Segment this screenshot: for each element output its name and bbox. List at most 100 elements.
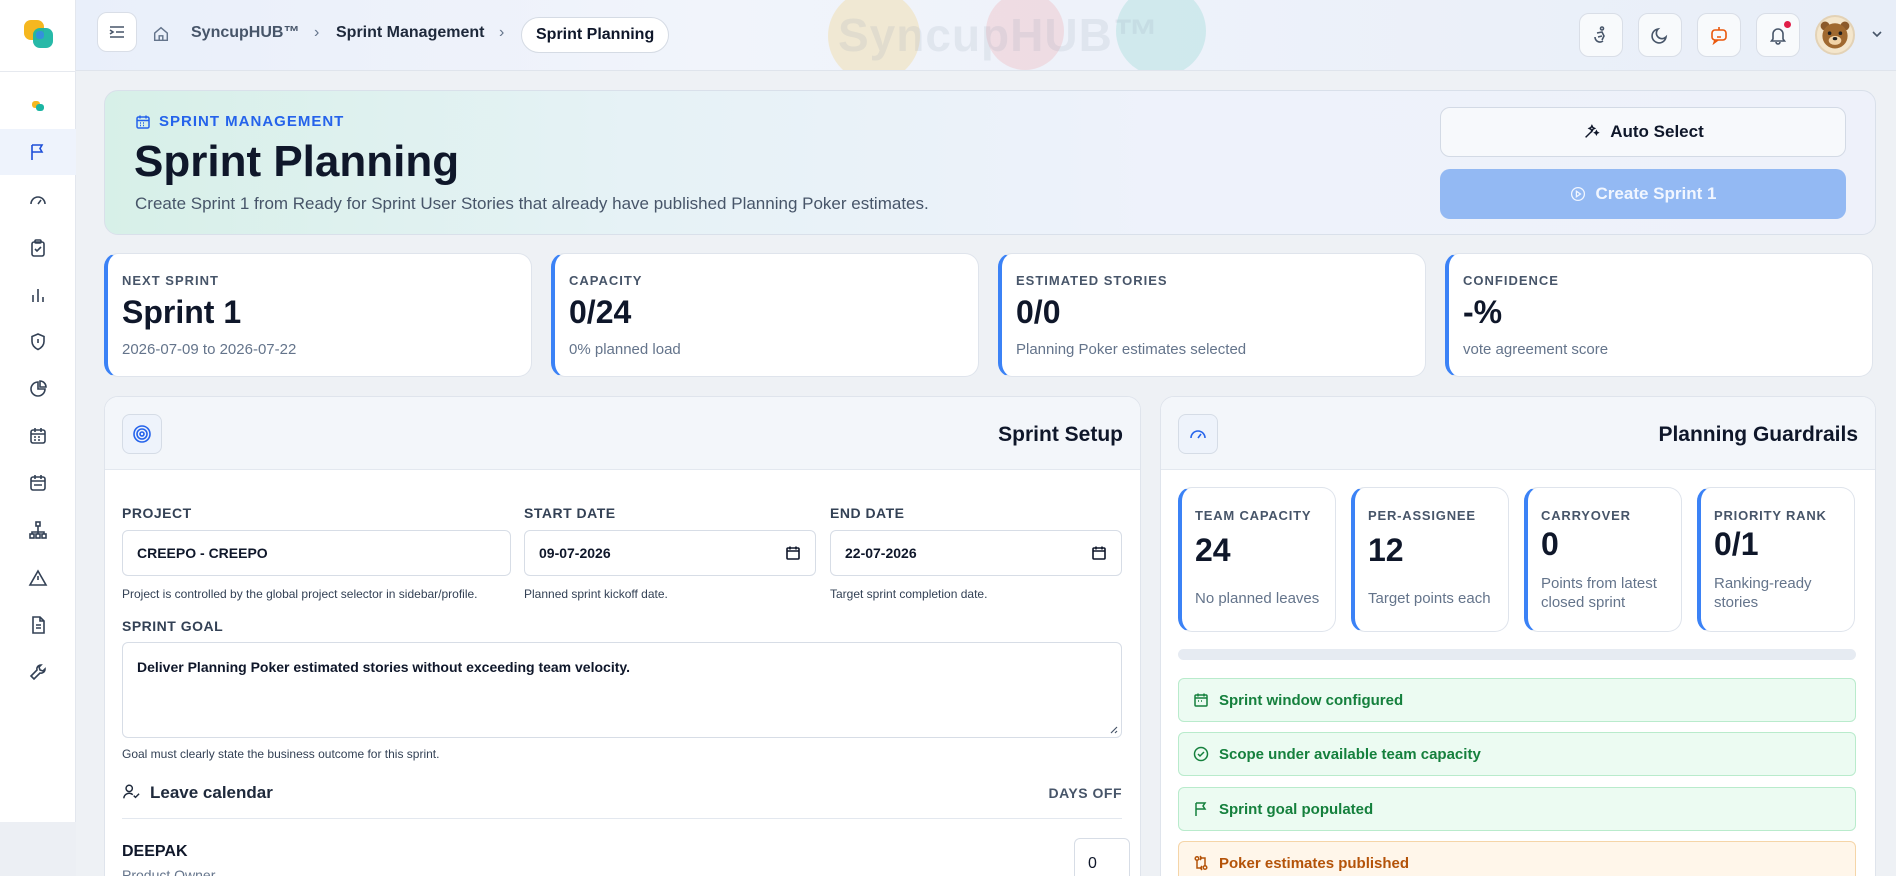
notifications-button[interactable] [1756, 13, 1800, 57]
sidebar-item-hierarchy[interactable] [0, 507, 76, 553]
guardrail-card-team-capacity: TEAM CAPACITY 24 No planned leaves [1178, 487, 1336, 632]
warning-icon [28, 569, 48, 586]
check-label: Sprint window configured [1219, 691, 1404, 709]
auto-select-label: Auto Select [1610, 122, 1704, 141]
accessibility-button[interactable] [1579, 13, 1623, 57]
guardrail-card-priority-rank: PRIORITY RANK 0/1 Ranking-ready stories [1697, 487, 1855, 632]
page-description: Create Sprint 1 from Ready for Sprint Us… [135, 194, 929, 213]
breadcrumb-root[interactable]: SyncupHUB™ [191, 24, 299, 42]
gauge-icon [30, 196, 46, 205]
member-name: DEEPAK [122, 843, 188, 860]
sidebar-item-security[interactable] [0, 319, 76, 365]
calendar-icon [30, 428, 46, 444]
sidebar-item-tools[interactable] [0, 649, 76, 695]
stat-label: ESTIMATED STORIES [1016, 273, 1168, 288]
stat-value: -% [1463, 294, 1503, 330]
guardrail-label: PER-ASSIGNEE [1368, 508, 1476, 523]
guardrail-label: CARRYOVER [1541, 508, 1631, 523]
guardrail-sub: Target points each [1368, 590, 1491, 607]
bar-chart-icon [32, 289, 44, 302]
check-scope-capacity: Scope under available team capacity [1178, 732, 1856, 776]
bot-icon [1711, 27, 1727, 45]
chevron-down-icon[interactable] [1870, 27, 1884, 41]
start-date-label: START DATE [524, 505, 616, 521]
end-date-help: Target sprint completion date. [830, 587, 988, 601]
panel-header: Sprint Setup [105, 397, 1140, 470]
clipboard-icon [31, 239, 45, 257]
end-date-field[interactable]: 22-07-2026 [830, 530, 1122, 576]
auto-select-button[interactable]: Auto Select [1440, 107, 1846, 157]
breadcrumb-current: Sprint Planning [521, 17, 670, 53]
app-logo[interactable] [22, 18, 56, 52]
guardrail-card-carryover: CARRYOVER 0 Points from latest closed sp… [1524, 487, 1682, 632]
guardrail-sub: No planned leaves [1195, 590, 1320, 607]
shield-icon [31, 333, 45, 351]
breadcrumb-separator: › [314, 24, 320, 41]
guardrail-label: PRIORITY RANK [1714, 508, 1827, 523]
project-help: Project is controlled by the global proj… [122, 587, 478, 601]
stat-card-estimated-stories: ESTIMATED STORIES 0/0 Planning Poker est… [998, 253, 1426, 377]
planned-load-progress [1178, 649, 1856, 660]
hero-eyebrow-label: SPRINT MANAGEMENT [159, 113, 345, 130]
sidebar-item-reports[interactable] [0, 272, 76, 318]
sidebar-item-analytics[interactable] [0, 366, 76, 412]
sidebar-item-workspace[interactable] [0, 83, 76, 129]
stat-sub: 0% planned load [569, 341, 681, 358]
sidebar-toggle-button[interactable] [97, 12, 137, 52]
target-icon [122, 414, 162, 454]
project-field[interactable]: CREEPO - CREEPO [122, 530, 511, 576]
resize-handle-icon[interactable] [1108, 724, 1118, 734]
check-label: Poker estimates published [1219, 854, 1410, 872]
guardrail-sub: Points from latest closed sprint [1541, 575, 1657, 611]
sidebar-item-schedule[interactable] [0, 460, 76, 506]
leave-calendar-title: Leave calendar [150, 783, 273, 802]
breadcrumb-section[interactable]: Sprint Management [336, 24, 484, 42]
days-off-input[interactable]: 0 [1074, 838, 1130, 876]
sprint-goal-label: SPRINT GOAL [122, 618, 224, 634]
stat-card-capacity: CAPACITY 0/24 0% planned load [551, 253, 979, 377]
stat-card-confidence: CONFIDENCE -% vote agreement score [1445, 253, 1873, 377]
sidebar-item-documents[interactable] [0, 602, 76, 648]
check-sprint-window: Sprint window configured [1178, 678, 1856, 722]
indent-icon [109, 26, 124, 38]
sidebar-item-calendar[interactable] [0, 413, 76, 459]
hierarchy-icon [29, 521, 47, 539]
stat-label: CONFIDENCE [1463, 273, 1559, 288]
create-sprint-button[interactable]: Create Sprint 1 [1440, 169, 1846, 219]
breadcrumb-separator: › [499, 24, 505, 41]
stat-sub: 2026-07-09 to 2026-07-22 [122, 341, 297, 358]
page-title: Sprint Planning [134, 137, 460, 186]
guardrail-label: TEAM CAPACITY [1195, 508, 1312, 523]
gauge-icon [1178, 414, 1218, 454]
guardrail-value: 24 [1195, 532, 1231, 568]
check-circle-icon [1193, 746, 1209, 762]
bell-icon [1769, 28, 1787, 45]
avatar[interactable] [1815, 15, 1855, 55]
start-date-field[interactable]: 09-07-2026 [524, 530, 816, 576]
sidebar-item-tasks[interactable] [0, 225, 76, 271]
end-date-label: END DATE [830, 505, 905, 521]
start-date-value: 09-07-2026 [539, 545, 611, 561]
check-label: Scope under available team capacity [1219, 745, 1481, 763]
sparkles-wand-icon [1585, 124, 1600, 138]
sidebar-item-sprint-management[interactable] [0, 129, 76, 175]
end-date-value: 22-07-2026 [845, 545, 917, 561]
sidebar-item-dashboard[interactable] [0, 177, 76, 223]
sidebar-item-risks[interactable] [0, 555, 76, 601]
assistant-button[interactable] [1697, 13, 1741, 57]
member-role: Product Owner [122, 867, 216, 876]
panel-title: Sprint Setup [998, 423, 1123, 446]
top-header: SyncupHUB™ SyncupHUB™ › Sprint Managemen… [76, 0, 1896, 71]
calendar-icon[interactable] [1091, 545, 1107, 561]
calendar-days-icon [30, 475, 46, 491]
accessibility-icon [1594, 26, 1605, 43]
flag-icon [31, 144, 44, 160]
home-icon[interactable] [152, 25, 170, 43]
calendar-icon[interactable] [785, 545, 801, 561]
theme-toggle-button[interactable] [1638, 13, 1682, 57]
sprint-setup-panel: Sprint Setup PROJECT CREEPO - CREEPO Pro… [104, 396, 1141, 876]
check-sprint-goal: Sprint goal populated [1178, 787, 1856, 831]
sprint-goal-textarea[interactable]: Deliver Planning Poker estimated stories… [122, 642, 1122, 738]
project-label: PROJECT [122, 505, 192, 521]
page-hero: SPRINT MANAGEMENT Sprint Planning Create… [104, 90, 1876, 235]
